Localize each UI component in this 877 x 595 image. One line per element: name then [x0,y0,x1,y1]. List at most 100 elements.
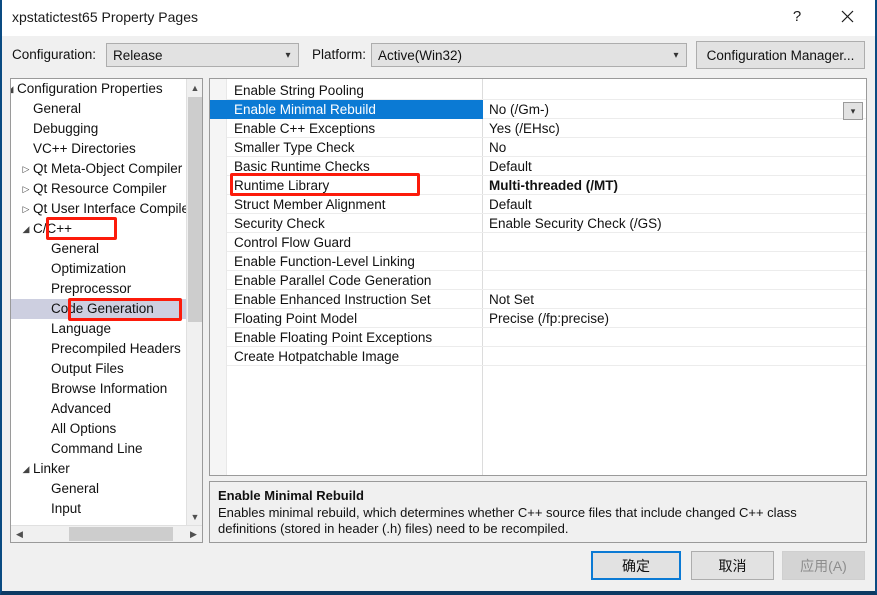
configuration-label: Configuration: [12,47,97,62]
property-row[interactable]: Enable Enhanced Instruction Set Not Set [210,290,866,309]
configuration-bar: Configuration: Release ▾ Platform: Activ… [2,36,875,74]
property-value[interactable]: Default [489,195,532,214]
property-row[interactable]: Runtime Library Multi-threaded (/MT) [210,176,866,195]
description-body: Enables minimal rebuild, which determine… [218,505,797,536]
property-row[interactable]: Floating Point Model Precise (/fp:precise… [210,309,866,328]
close-icon[interactable] [825,0,869,33]
properties-tree-panel: ◢Configuration Properties General Debuggin… [10,78,203,543]
property-row[interactable]: Enable Minimal Rebuild No (/Gm-) ▾ [210,100,866,120]
property-name: Enable Floating Point Exceptions [234,330,433,345]
expander-expanded-icon[interactable]: ◢ [19,459,33,479]
tree-item[interactable]: ◢ C/C++ [11,219,187,239]
tree-item-label: Optimization [51,261,127,276]
tree-item[interactable]: General [11,479,187,499]
tree-item[interactable]: General [11,99,187,119]
property-row[interactable]: Security Check Enable Security Check (/GS… [210,214,866,233]
chevron-down-icon[interactable]: ▼ [187,508,202,525]
property-value[interactable]: Precise (/fp:precise) [489,309,609,328]
property-name: Floating Point Model [234,311,358,326]
tree-item[interactable]: Debugging [11,119,187,139]
tree-item[interactable]: ◢ Linker [11,459,187,479]
tree-item[interactable]: Browse Information [11,379,187,399]
platform-select[interactable]: Active(Win32) ▾ [371,43,687,67]
title-bar: xpstatictest65 Property Pages ? [2,0,875,36]
configuration-select[interactable]: Release ▾ [106,43,299,67]
expander-collapsed-icon[interactable]: ▷ [19,159,33,179]
tree-item[interactable]: ▷ Qt Meta-Object Compiler [11,159,187,179]
properties-tree[interactable]: ◢Configuration Properties General Debuggin… [11,79,187,525]
property-name: Control Flow Guard [234,235,352,250]
configuration-manager-button[interactable]: Configuration Manager... [696,41,865,69]
expander-collapsed-icon[interactable]: ▷ [19,179,33,199]
tree-item[interactable]: Language [11,319,187,339]
property-grid[interactable]: Enable String Pooling Enable Minimal Rebu… [209,78,867,476]
tree-item[interactable]: All Options [11,419,187,439]
property-name: Enable String Pooling [234,83,364,98]
expander-collapsed-icon[interactable]: ▷ [19,199,33,219]
chevron-right-icon[interactable]: ▶ [185,526,202,542]
tree-item-label: Debugging [33,121,99,136]
property-name: Runtime Library [234,178,330,193]
tree-horizontal-scrollbar[interactable]: ◀ ▶ [11,525,202,542]
tree-item[interactable]: Code Generation [11,299,187,319]
tree-item-label: General [33,101,82,116]
tree-item-label: Input [51,501,82,516]
property-value[interactable]: No [489,138,506,157]
property-row[interactable]: Control Flow Guard [210,233,866,252]
tree-item[interactable]: ▷ Qt Resource Compiler [11,179,187,199]
property-name: Smaller Type Check [234,140,355,155]
property-row[interactable]: Enable Function-Level Linking [210,252,866,271]
property-row[interactable]: Enable Floating Point Exceptions [210,328,866,347]
property-name: Enable Parallel Code Generation [234,273,432,288]
property-row[interactable]: Struct Member Alignment Default [210,195,866,214]
tree-item[interactable]: ◢Configuration Properties [11,79,187,99]
tree-item[interactable]: Command Line [11,439,187,459]
ok-button[interactable]: 确定 [591,551,681,580]
tree-item[interactable]: Output Files [11,359,187,379]
property-row[interactable]: Enable String Pooling [210,81,866,100]
tree-vertical-scrollbar[interactable]: ▲ ▼ [186,79,202,525]
property-row[interactable]: Enable Parallel Code Generation [210,271,866,290]
tree-item[interactable]: Optimization [11,259,187,279]
tree-item[interactable]: Precompiled Headers [11,339,187,359]
tree-item[interactable]: ▷ Qt User Interface Compiler [11,199,187,219]
tree-item-label: Linker [33,461,70,476]
tree-item-label: Command Line [51,441,143,456]
description-panel: Enable Minimal Rebuild Enables minimal r… [209,481,867,543]
help-icon[interactable]: ? [775,0,819,33]
tree-item-label: Code Generation [51,301,154,316]
tree-item[interactable]: Input [11,499,187,519]
property-name: Enable Enhanced Instruction Set [234,292,431,307]
property-value[interactable]: No (/Gm-) [489,100,549,119]
tree-item[interactable]: Preprocessor [11,279,187,299]
tree-item-label: Output Files [51,361,124,376]
chevron-left-icon[interactable]: ◀ [11,526,28,542]
tree-item[interactable]: Advanced [11,399,187,419]
tree-hscroll-thumb[interactable] [69,527,173,541]
property-row[interactable]: Basic Runtime Checks Default [210,157,866,176]
property-value[interactable]: Enable Security Check (/GS) [489,214,662,233]
property-name: Struct Member Alignment [234,197,386,212]
property-value[interactable]: Multi-threaded (/MT) [489,176,618,195]
tree-item-label: Preprocessor [51,281,132,296]
property-value[interactable]: Default [489,157,532,176]
tree-item-label: Precompiled Headers [51,341,181,356]
property-value[interactable]: Not Set [489,290,534,309]
tree-item[interactable]: General [11,239,187,259]
property-row[interactable]: Create Hotpatchable Image [210,347,866,366]
chevron-up-icon[interactable]: ▲ [187,79,202,96]
property-value[interactable]: Yes (/EHsc) [489,119,560,138]
property-name: Create Hotpatchable Image [234,349,400,364]
property-row[interactable]: Enable C++ Exceptions Yes (/EHsc) [210,119,866,138]
tree-item-label: C/C++ [33,221,73,236]
platform-select-value: Active(Win32) [378,47,463,63]
tree-vscroll-thumb[interactable] [188,97,202,322]
cancel-button[interactable]: 取消 [691,551,774,580]
tree-item-label: VC++ Directories [33,141,136,156]
expander-expanded-icon[interactable]: ◢ [19,219,33,239]
tree-item[interactable]: VC++ Directories [11,139,187,159]
property-value-dropdown-button[interactable]: ▾ [843,102,863,120]
expander-expanded-icon[interactable]: ◢ [11,79,17,99]
tree-item-label: Qt Meta-Object Compiler [33,161,183,176]
property-row[interactable]: Smaller Type Check No [210,138,866,157]
